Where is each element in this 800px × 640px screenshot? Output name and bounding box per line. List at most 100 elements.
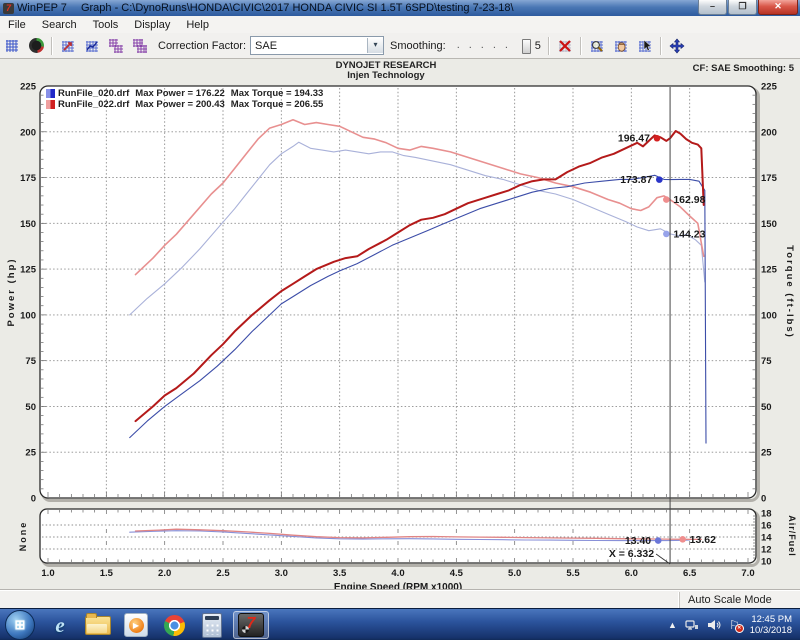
run-022-swatch-icon <box>46 100 55 109</box>
gauge-icon <box>29 38 44 53</box>
cursor-dot <box>679 536 686 543</box>
select-graph-button[interactable] <box>634 36 656 56</box>
svg-text:200: 200 <box>761 127 777 138</box>
internet-explorer-icon: e <box>55 613 64 638</box>
menu-help[interactable]: Help <box>178 18 217 32</box>
gauge-button[interactable] <box>25 36 47 56</box>
graph-client-area: DYNOJET RESEARCH Injen Technology CF: SA… <box>0 58 800 591</box>
title-bar[interactable]: 7 WinPEP 7 Graph - C:\DynoRuns\HONDA\CIV… <box>0 0 800 16</box>
minimize-button[interactable]: – <box>698 0 727 15</box>
torque-axis-title: Torque (ft-lbs) <box>784 245 795 339</box>
smoothing-slider[interactable]: ..... <box>453 38 531 54</box>
cursor-dot <box>655 537 662 544</box>
smoothing-value: 5 <box>535 40 541 52</box>
close-button[interactable]: ✕ <box>758 0 798 15</box>
legend-power-022: Max Power = 200.43 <box>135 99 225 110</box>
compare-graphs-icon <box>108 38 124 54</box>
pan-graph-button[interactable] <box>610 36 632 56</box>
windows-explorer-button[interactable] <box>81 612 115 638</box>
svg-text:125: 125 <box>761 265 778 276</box>
cursor-value-label: 196.47 <box>618 133 650 145</box>
select-graph-icon <box>637 38 653 54</box>
afr-right-axis-title: Air/Fuel <box>787 515 797 557</box>
crosshair-button[interactable] <box>666 36 688 56</box>
legend-file-022: RunFile_022.drf <box>58 99 129 110</box>
tray-expand-icon[interactable]: ▲ <box>668 620 677 630</box>
svg-text:2.0: 2.0 <box>158 568 171 579</box>
correction-factor-value: SAE <box>251 40 367 52</box>
svg-text:50: 50 <box>25 402 36 413</box>
svg-text:75: 75 <box>761 356 772 367</box>
svg-text:5.5: 5.5 <box>566 568 580 579</box>
delete-graph-button[interactable] <box>554 36 576 56</box>
overlay-graphs-button[interactable] <box>129 36 151 56</box>
toolbar-separator <box>660 37 662 55</box>
tray-clock[interactable]: 12:45 PM 10/3/2018 <box>750 614 792 636</box>
restore-button[interactable]: ❐ <box>728 0 757 15</box>
menu-tools[interactable]: Tools <box>85 18 127 32</box>
cursor-x-label: X = 6.332 <box>609 548 654 560</box>
menu-display[interactable]: Display <box>126 18 178 32</box>
compare-graphs-button[interactable] <box>105 36 127 56</box>
media-player-button[interactable]: ▶ <box>119 612 153 638</box>
svg-text:0: 0 <box>761 494 766 505</box>
svg-text:25: 25 <box>761 448 772 459</box>
svg-text:2.5: 2.5 <box>216 568 230 579</box>
volume-icon[interactable] <box>707 619 721 631</box>
system-tray: ▲ ⚐✕ 12:45 PM 10/3/2018 <box>664 614 800 636</box>
legend-row-runfile-020[interactable]: RunFile_020.drf Max Power = 176.22 Max T… <box>46 88 329 99</box>
svg-text:3.0: 3.0 <box>275 568 288 579</box>
windows-explorer-icon <box>85 616 111 635</box>
svg-text:75: 75 <box>25 356 36 367</box>
winpep7-taskbar-button[interactable]: 7 <box>233 611 269 639</box>
menu-bar: FileSearchToolsDisplayHelp <box>0 16 800 34</box>
legend-row-runfile-022[interactable]: RunFile_022.drf Max Power = 200.43 Max T… <box>46 99 329 110</box>
svg-text:100: 100 <box>20 310 36 321</box>
smoothing-label: Smoothing: <box>390 40 446 52</box>
cursor-value-label: 13.62 <box>690 534 716 546</box>
delete-graph-icon <box>557 38 573 54</box>
network-icon[interactable] <box>685 619 699 631</box>
action-center-flag-icon[interactable]: ⚐✕ <box>729 618 740 632</box>
zoom-graph-button[interactable] <box>586 36 608 56</box>
svg-text:6.5: 6.5 <box>683 568 697 579</box>
svg-text:1.0: 1.0 <box>41 568 54 579</box>
svg-text:25: 25 <box>25 448 36 459</box>
chrome-button[interactable] <box>157 612 191 638</box>
legend-torque-020: Max Torque = 194.33 <box>231 88 324 99</box>
chart-legend[interactable]: RunFile_020.drf Max Power = 176.22 Max T… <box>46 88 329 110</box>
line-graph-icon <box>84 38 100 54</box>
start-button[interactable]: ⊞ <box>5 610 35 640</box>
dyno-chart[interactable]: 196.47173.87162.98144.2313.4013.62X = 6.… <box>0 59 800 591</box>
cursor-value-label: 13.40 <box>625 535 651 547</box>
svg-text:4.0: 4.0 <box>391 568 404 579</box>
chevron-down-icon[interactable]: ▾ <box>367 38 383 53</box>
taskbar: ⊞ e ▶ 7 ▲ ⚐✕ 12:45 PM 10/3/2018 <box>0 608 800 640</box>
slider-handle[interactable] <box>522 39 531 54</box>
correction-factor-label: Correction Factor: <box>158 40 246 52</box>
calculator-button[interactable] <box>195 612 229 638</box>
zoom-graph-icon <box>589 38 605 54</box>
power-graph-button[interactable] <box>57 36 79 56</box>
slider-ticks: ..... <box>457 39 517 51</box>
cursor-dot <box>663 196 670 203</box>
winpep7-icon: 7 <box>238 613 264 637</box>
legend-torque-022: Max Torque = 206.55 <box>231 99 324 110</box>
svg-text:0: 0 <box>31 494 36 505</box>
legend-power-020: Max Power = 176.22 <box>135 88 225 99</box>
line-graph-button[interactable] <box>81 36 103 56</box>
internet-explorer-button[interactable]: e <box>43 612 77 638</box>
svg-text:100: 100 <box>761 310 777 321</box>
calculator-icon <box>202 613 222 638</box>
menu-search[interactable]: Search <box>34 18 85 32</box>
app-title: WinPEP 7 <box>17 2 67 14</box>
menu-file[interactable]: File <box>0 18 34 32</box>
svg-text:225: 225 <box>761 82 778 93</box>
pan-graph-icon <box>613 38 629 54</box>
toolbar-separator <box>580 37 582 55</box>
correction-factor-select[interactable]: SAE ▾ <box>250 36 384 55</box>
svg-text:6.0: 6.0 <box>625 568 638 579</box>
svg-text:7.0: 7.0 <box>741 568 754 579</box>
runs-grid-button[interactable] <box>1 36 23 56</box>
svg-text:18: 18 <box>761 509 772 520</box>
